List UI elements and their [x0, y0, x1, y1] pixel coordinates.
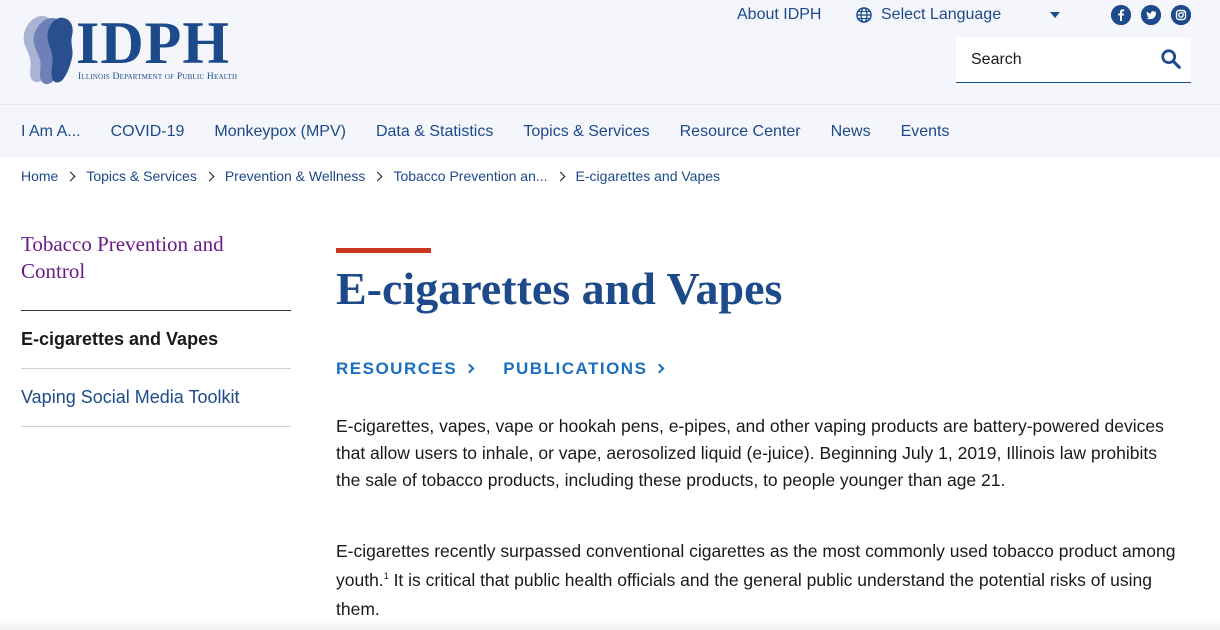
globe-icon — [856, 7, 872, 23]
nav-item-data-statistics[interactable]: Data & Statistics — [376, 123, 493, 140]
sidebar-title-link[interactable]: Tobacco Prevention and Control — [21, 231, 281, 285]
resources-link-label: RESOURCES — [336, 359, 458, 378]
logo-wordmark: IDPH — [76, 10, 230, 76]
nav-item-events[interactable]: Events — [901, 123, 950, 140]
breadcrumb-tobacco-prevention[interactable]: Tobacco Prevention an... — [393, 168, 547, 184]
breadcrumb-prevention-wellness[interactable]: Prevention & Wellness — [225, 168, 366, 184]
site-header: IDPH Illinois Department of Public Healt… — [0, 0, 1220, 104]
breadcrumb-topics-services[interactable]: Topics & Services — [86, 168, 196, 184]
sidebar-menu: E-cigarettes and Vapes Vaping Social Med… — [21, 310, 291, 427]
nav-item-topics-services[interactable]: Topics & Services — [523, 123, 649, 140]
section-links: RESOURCES PUBLICATIONS — [336, 359, 693, 379]
sidebar-item-vaping-toolkit[interactable]: Vaping Social Media Toolkit — [21, 369, 291, 427]
sidebar-item-e-cigarettes[interactable]: E-cigarettes and Vapes — [21, 311, 291, 369]
sidebar-item-label: Vaping Social Media Toolkit — [21, 387, 240, 407]
chevron-right-icon — [464, 363, 475, 373]
facebook-icon[interactable] — [1111, 5, 1131, 25]
publications-link-label: PUBLICATIONS — [503, 359, 648, 378]
about-idph-link[interactable]: About IDPH — [737, 6, 821, 24]
search-button[interactable] — [1159, 48, 1183, 72]
breadcrumb: Home Topics & Services Prevention & Well… — [21, 168, 720, 184]
main-navigation: I Am A... COVID-19 Monkeypox (MPV) Data … — [0, 104, 1220, 158]
bottom-fade — [0, 618, 1220, 630]
sidebar-item-label: E-cigarettes and Vapes — [21, 329, 219, 349]
chevron-right-icon — [555, 171, 565, 181]
search-icon — [1161, 49, 1181, 69]
caret-down-icon — [1050, 12, 1060, 18]
paragraph-text: It is critical that public health offici… — [336, 570, 1153, 619]
chevron-right-icon — [654, 363, 665, 373]
title-accent-bar — [336, 248, 431, 253]
chevron-right-icon — [204, 171, 215, 181]
nav-item-resource-center[interactable]: Resource Center — [680, 123, 801, 140]
chevron-right-icon — [65, 171, 76, 181]
chevron-right-icon — [372, 171, 383, 181]
publications-link[interactable]: PUBLICATIONS — [503, 359, 665, 379]
twitter-icon[interactable] — [1141, 5, 1161, 25]
nav-item-news[interactable]: News — [831, 123, 871, 140]
breadcrumb-current: E-cigarettes and Vapes — [575, 168, 721, 184]
instagram-icon[interactable] — [1171, 5, 1191, 25]
intro-paragraph: E-cigarettes, vapes, vape or hookah pens… — [336, 416, 1164, 490]
page-title: E-cigarettes and Vapes — [336, 263, 783, 314]
youth-usage-paragraph: E-cigarettes recently surpassed conventi… — [336, 537, 1181, 624]
logo-subtitle: Illinois Department of Public Health — [78, 72, 238, 82]
nav-item-i-am-a[interactable]: I Am A... — [21, 123, 81, 140]
search-box — [956, 38, 1191, 83]
illinois-silhouette-icon — [23, 16, 73, 85]
resources-link[interactable]: RESOURCES — [336, 359, 475, 379]
language-select[interactable]: Select Language — [856, 4, 1062, 26]
nav-item-monkeypox[interactable]: Monkeypox (MPV) — [214, 123, 346, 140]
search-input[interactable] — [956, 38, 1146, 81]
language-label: Select Language — [881, 6, 1002, 23]
idph-logo[interactable]: IDPH Illinois Department of Public Healt… — [20, 10, 270, 86]
breadcrumb-home[interactable]: Home — [21, 168, 58, 184]
nav-item-covid-19[interactable]: COVID-19 — [111, 123, 185, 140]
